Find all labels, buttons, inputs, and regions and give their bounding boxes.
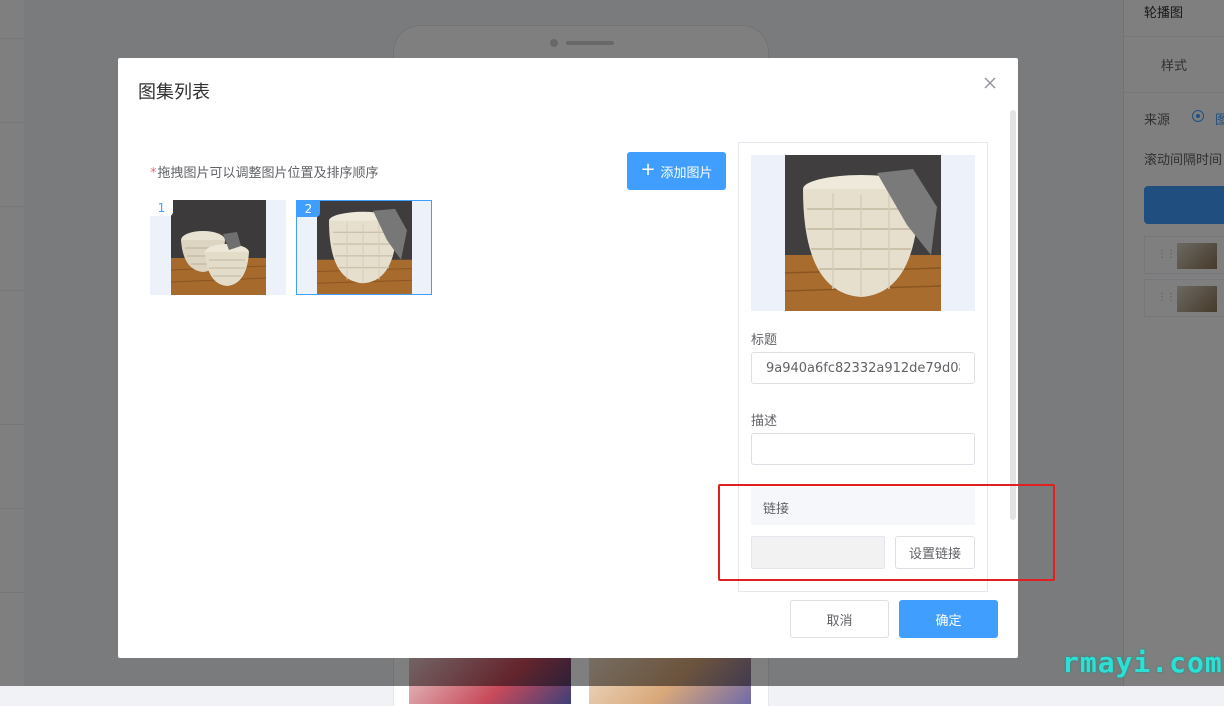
drag-hint-text: 拖拽图片可以调整图片位置及排序顺序 bbox=[157, 166, 379, 181]
close-icon[interactable] bbox=[982, 75, 998, 91]
confirm-button[interactable]: 确定 bbox=[899, 600, 998, 638]
scrollbar-thumb[interactable] bbox=[1010, 110, 1016, 520]
cancel-button[interactable]: 取消 bbox=[790, 600, 889, 638]
title-input[interactable] bbox=[751, 352, 975, 384]
image-index-badge: 1 bbox=[150, 200, 173, 216]
basket-photo bbox=[317, 201, 412, 294]
drag-hint: *拖拽图片可以调整图片位置及排序顺序 bbox=[150, 162, 379, 181]
plus-icon: + bbox=[640, 159, 656, 180]
gallery-image-item[interactable]: 2 bbox=[296, 200, 432, 295]
basket-photo bbox=[171, 200, 266, 295]
title-label: 标题 bbox=[751, 333, 778, 348]
basket-photo bbox=[785, 155, 941, 311]
description-label: 描述 bbox=[751, 414, 778, 429]
description-input[interactable] bbox=[751, 433, 975, 465]
highlight-box bbox=[718, 484, 1055, 581]
image-preview bbox=[751, 155, 975, 311]
required-mark: * bbox=[150, 166, 157, 181]
gallery-image-item[interactable]: 1 bbox=[150, 200, 286, 295]
watermark: rmayi.com bbox=[1062, 646, 1223, 679]
modal-title: 图集列表 bbox=[138, 82, 210, 103]
add-image-button[interactable]: + 添加图片 bbox=[627, 152, 726, 190]
add-image-label: 添加图片 bbox=[660, 165, 713, 181]
image-index-badge: 2 bbox=[297, 201, 320, 217]
modal-scrollbar[interactable] bbox=[1010, 110, 1016, 520]
